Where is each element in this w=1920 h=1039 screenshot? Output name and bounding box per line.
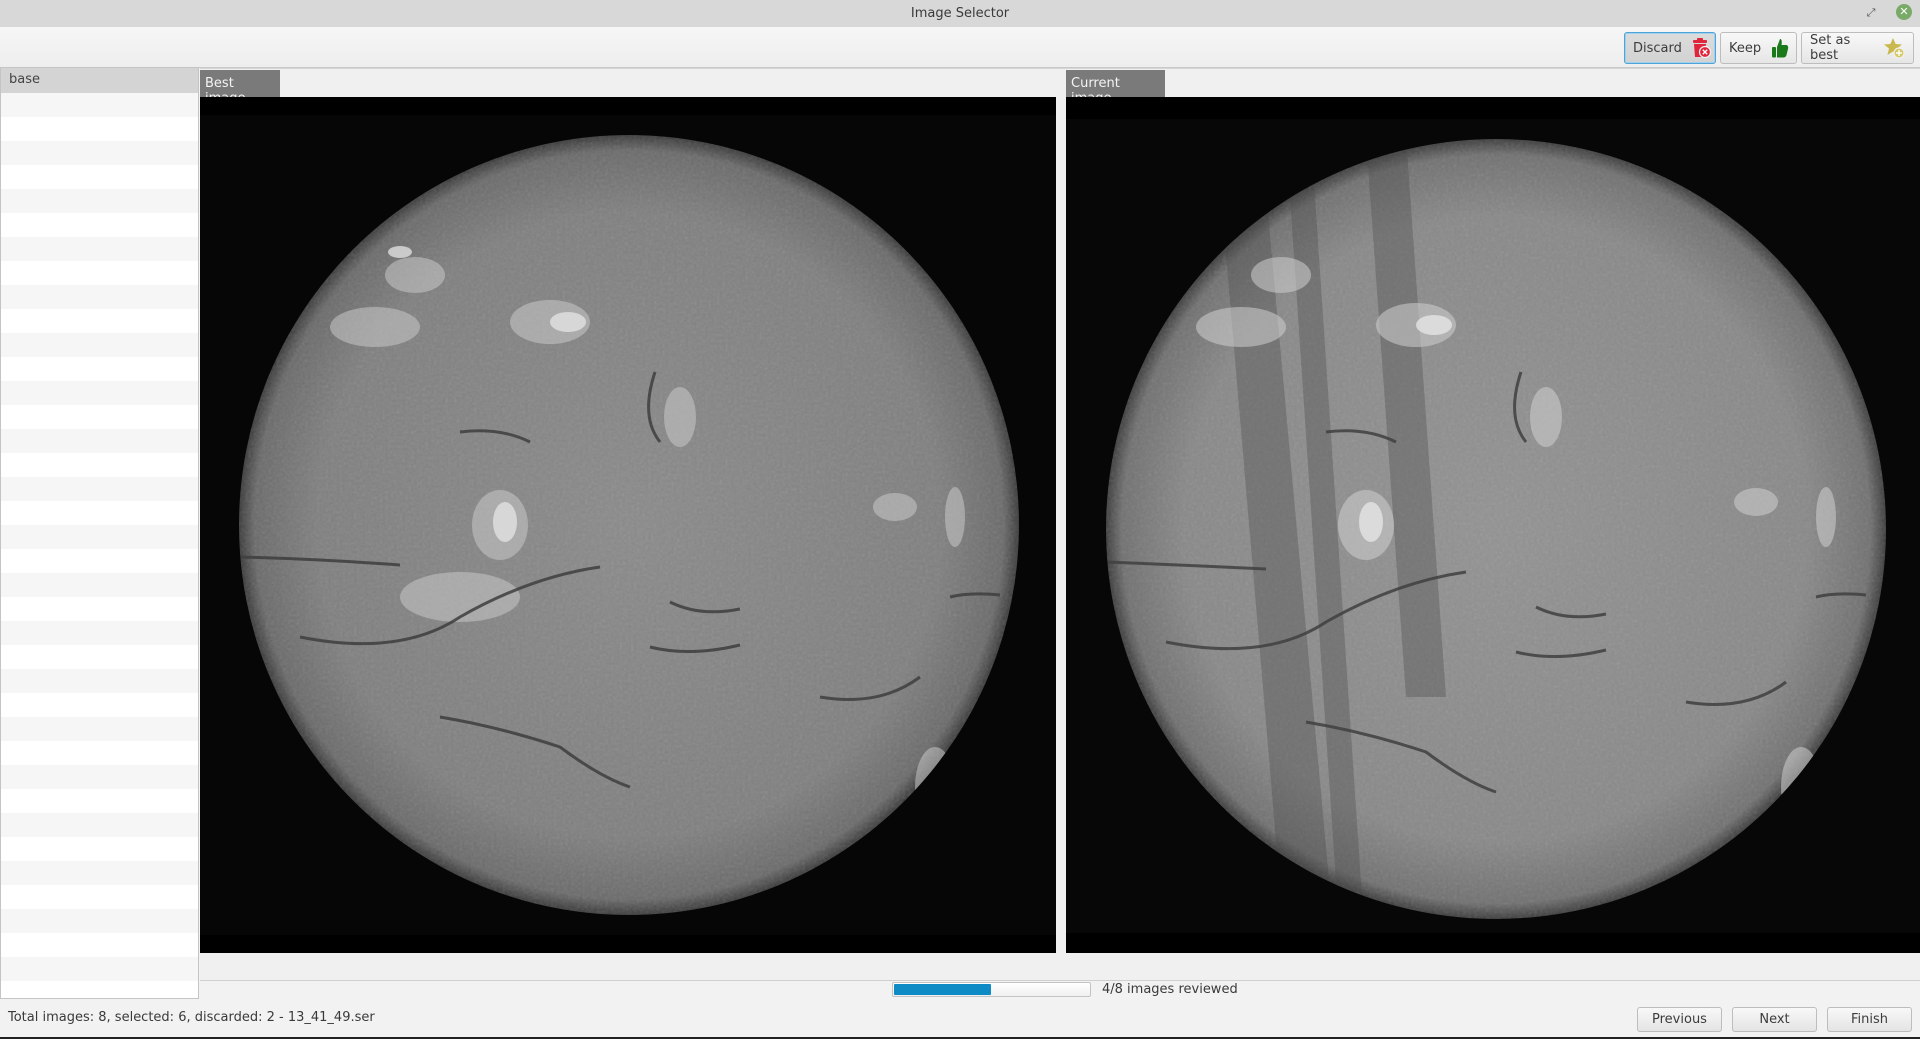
close-icon[interactable]: ✕ (1896, 4, 1912, 20)
status-text: Total images: 8, selected: 6, discarded:… (8, 1010, 375, 1025)
finish-button[interactable]: Finish (1827, 1007, 1912, 1032)
current-sun-image (1066, 97, 1920, 953)
previous-button[interactable]: Previous (1637, 1007, 1722, 1032)
file-list-row[interactable] (1, 357, 198, 381)
bottom-separator (200, 980, 1920, 981)
best-sun-image (200, 97, 1056, 953)
set-as-best-button[interactable]: Set as best (1801, 32, 1914, 64)
restore-icon[interactable]: ⤢ (1862, 4, 1880, 22)
file-list-row[interactable] (1, 549, 198, 573)
file-list-row[interactable] (1, 717, 198, 741)
file-list-row[interactable] (1, 381, 198, 405)
discard-label: Discard (1633, 40, 1682, 56)
file-list-row[interactable] (1, 189, 198, 213)
file-list-row[interactable] (1, 645, 198, 669)
file-list-row[interactable] (1, 141, 198, 165)
next-button[interactable]: Next (1732, 1007, 1817, 1032)
set-as-best-label: Set as best (1810, 33, 1851, 63)
toolbar: Discard Keep Set as best (0, 27, 1920, 68)
window-titlebar: Image Selector ⤢ ✕ (0, 0, 1920, 27)
file-list-row[interactable] (1, 405, 198, 429)
file-list-row[interactable] (1, 117, 198, 141)
current-image-label: Current image (1066, 70, 1165, 106)
file-list-row[interactable] (1, 933, 198, 957)
file-list-row[interactable] (1, 333, 198, 357)
file-list-row[interactable] (1, 621, 198, 645)
file-list-row[interactable] (1, 477, 198, 501)
best-image-view[interactable] (200, 97, 1056, 953)
file-list-rows (1, 93, 198, 981)
file-list-row[interactable] (1, 237, 198, 261)
current-image-view[interactable] (1066, 97, 1920, 953)
review-progress-fill (894, 984, 991, 995)
file-list-row[interactable] (1, 93, 198, 117)
file-list-row[interactable] (1, 525, 198, 549)
file-list-row[interactable] (1, 909, 198, 933)
star-plus-icon (1883, 37, 1905, 59)
file-list-row[interactable] (1, 309, 198, 333)
file-list-row[interactable] (1, 261, 198, 285)
file-list-row[interactable] (1, 285, 198, 309)
file-list-row[interactable] (1, 213, 198, 237)
file-list-row[interactable] (1, 501, 198, 525)
file-list-row[interactable] (1, 573, 198, 597)
file-list-row[interactable] (1, 813, 198, 837)
window-title: Image Selector (910, 6, 1010, 21)
file-list-row[interactable] (1, 837, 198, 861)
file-list-row[interactable] (1, 669, 198, 693)
file-list-row[interactable] (1, 957, 198, 981)
trash-x-icon (1690, 37, 1712, 59)
review-progress-bar (892, 982, 1091, 997)
file-list-row[interactable] (1, 789, 198, 813)
file-list-row[interactable] (1, 861, 198, 885)
keep-button[interactable]: Keep (1720, 32, 1797, 64)
file-list-row[interactable] (1, 165, 198, 189)
file-list-row[interactable] (1, 429, 198, 453)
file-list-row[interactable] (1, 765, 198, 789)
file-list-row[interactable] (1, 693, 198, 717)
keep-label: Keep (1729, 40, 1762, 56)
discard-button[interactable]: Discard (1624, 32, 1716, 64)
file-list-row[interactable] (1, 453, 198, 477)
file-list-sidebar[interactable]: base (0, 67, 199, 999)
file-list-header[interactable]: base (1, 68, 198, 93)
file-list-row[interactable] (1, 885, 198, 909)
review-progress-text: 4/8 images reviewed (1102, 982, 1238, 997)
thumbs-up-icon (1769, 37, 1791, 59)
best-image-label: Best image (200, 70, 280, 106)
file-list-row[interactable] (1, 741, 198, 765)
file-list-row[interactable] (1, 597, 198, 621)
